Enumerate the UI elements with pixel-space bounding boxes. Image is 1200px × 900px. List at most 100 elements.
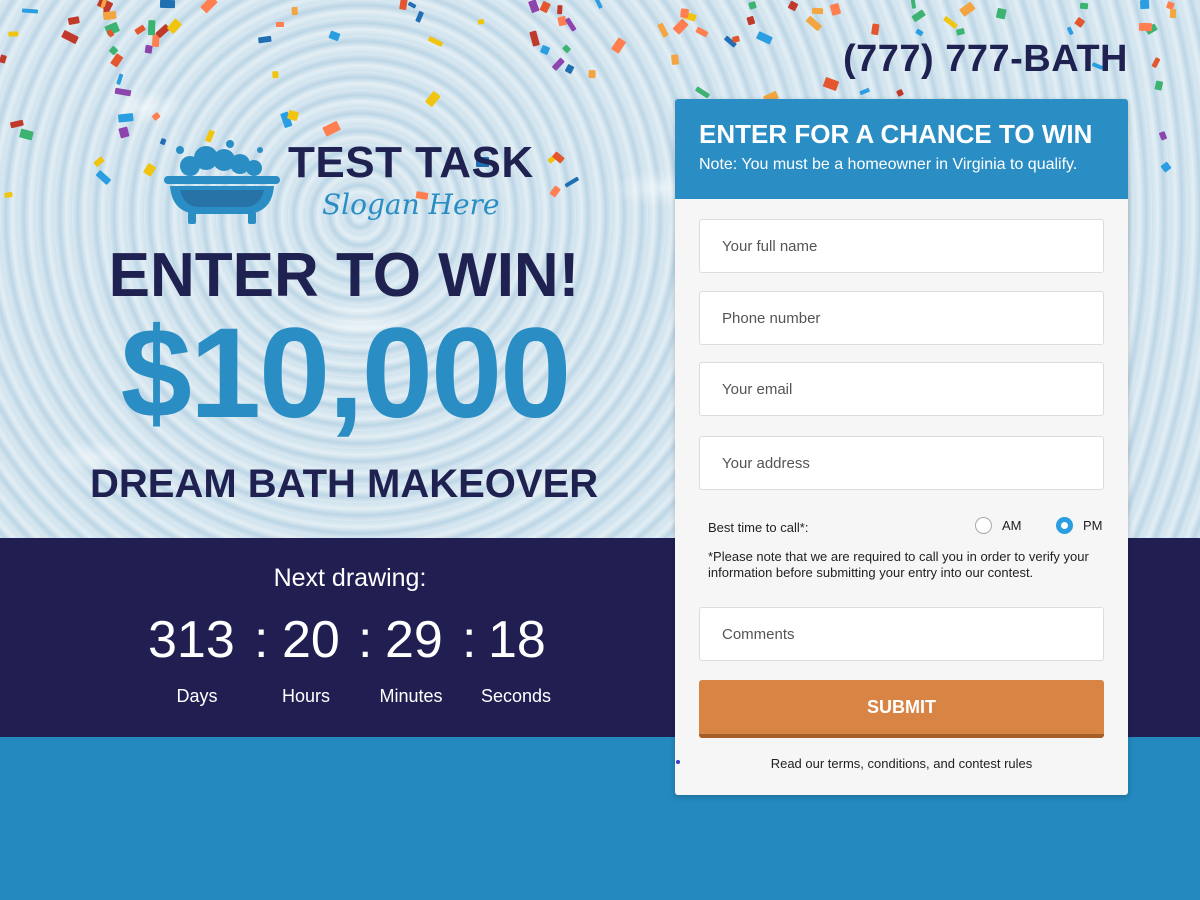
confetti-piece [1169,8,1176,18]
bullet-dot [676,760,680,764]
radio-am-label: AM [1002,518,1022,533]
confetti-piece [593,0,603,10]
confetti-piece [1154,80,1164,91]
brand-name: TEST TASK [288,138,534,187]
confetti-piece [943,15,958,29]
confetti-piece [694,86,711,99]
confetti-piece [551,57,566,71]
verification-notice: *Please note that we are required to cal… [708,549,1089,580]
phone-input[interactable] [699,291,1104,345]
best-time-label: Best time to call*: [708,520,809,535]
confetti-piece [561,44,572,54]
confetti-piece [556,5,563,15]
confetti-piece [565,17,577,32]
confetti-piece [95,170,111,186]
confetti-piece [1151,57,1161,69]
confetti-piece [93,155,106,167]
confetti-piece [1159,131,1168,142]
confetti-piece [958,1,976,18]
confetti-piece [812,7,824,15]
address-input[interactable] [699,436,1104,490]
confetti-piece [910,0,916,9]
confetti-piece [1073,16,1085,28]
confetti-piece [589,69,597,79]
unit-minutes: Minutes [379,686,443,706]
confetti-piece [859,87,871,96]
submit-button[interactable]: SUBMIT [699,680,1104,738]
confetti-piece [915,28,925,37]
form-header: ENTER FOR A CHANCE TO WIN Note: You must… [675,99,1128,199]
confetti-piece [746,15,756,26]
radio-pm-option[interactable]: PM [1056,517,1103,534]
logo[interactable]: TEST TASK Slogan Here [160,132,540,232]
confetti-piece [1079,3,1089,11]
confetti-piece [1160,161,1172,173]
countdown-seconds: 18 [488,611,546,669]
full-name-input[interactable] [699,219,1104,273]
confetti-piece [549,185,561,198]
confetti-piece [528,0,540,13]
confetti-piece [731,34,741,43]
confetti-piece [117,113,134,123]
confetti-piece [276,22,284,28]
confetti-piece [272,70,279,79]
confetti-piece [329,30,341,41]
confetti-piece [8,31,19,37]
countdown-minutes: 29 [385,611,443,669]
confetti-piece [679,8,689,19]
confetti-piece [399,0,408,11]
confetti-piece [67,16,81,26]
brand-slogan: Slogan Here [322,188,500,221]
confetti-piece [110,53,124,68]
confetti-piece [995,7,1007,20]
radio-pm-label: PM [1083,518,1103,533]
confetti-piece [114,87,132,96]
confetti-piece [539,44,551,56]
confetti-piece [529,29,541,47]
terms-link[interactable]: Read our terms, conditions, and contest … [675,756,1128,771]
unit-days: Days [176,686,218,706]
confetti-piece [672,18,689,35]
confetti-piece [142,162,157,177]
countdown-separator: : [254,611,269,669]
countdown-separator: : [358,611,373,669]
confetti-piece [257,36,272,44]
confetti-piece [477,18,485,25]
radio-am-option[interactable]: AM [975,517,1022,534]
confetti-piece [755,30,773,44]
confetti-piece [414,10,425,24]
confetti-piece [199,0,218,14]
confetti-piece [657,22,670,38]
confetti-piece [102,11,117,21]
confetti-piece [829,3,841,17]
confetti-piece [822,76,840,91]
unit-hours: Hours [281,686,330,706]
prize-amount: $10,000 [120,302,572,445]
confetti-piece [895,88,905,97]
confetti-piece [21,8,38,15]
confetti-piece [911,8,927,23]
confetti-piece [118,126,130,139]
confetti-piece [160,0,176,9]
bathtub-icon [164,140,280,224]
confetti-piece [115,73,124,86]
radio-am[interactable] [975,517,992,534]
confetti-piece [424,90,441,108]
email-input[interactable] [699,362,1104,416]
countdown-timer: 313 : 20 : 29 : 18 [140,610,560,670]
confetti-piece [563,176,580,188]
subheadline: DREAM BATH MAKEOVER [90,462,599,506]
phone-number[interactable]: (777) 777-BATH [843,38,1128,81]
confetti-piece [539,0,552,13]
confetti-piece [1139,0,1150,10]
entry-form: ENTER FOR A CHANCE TO WIN Note: You must… [675,99,1128,795]
confetti-piece [9,119,25,129]
confetti-piece [1066,26,1074,37]
radio-pm[interactable] [1056,517,1073,534]
form-title: ENTER FOR A CHANCE TO WIN [699,119,1093,149]
countdown-days: 313 [148,611,235,669]
countdown-separator: : [462,611,477,669]
comments-input[interactable] [699,607,1104,661]
confetti-piece [4,191,14,199]
confetti-piece [805,15,823,32]
